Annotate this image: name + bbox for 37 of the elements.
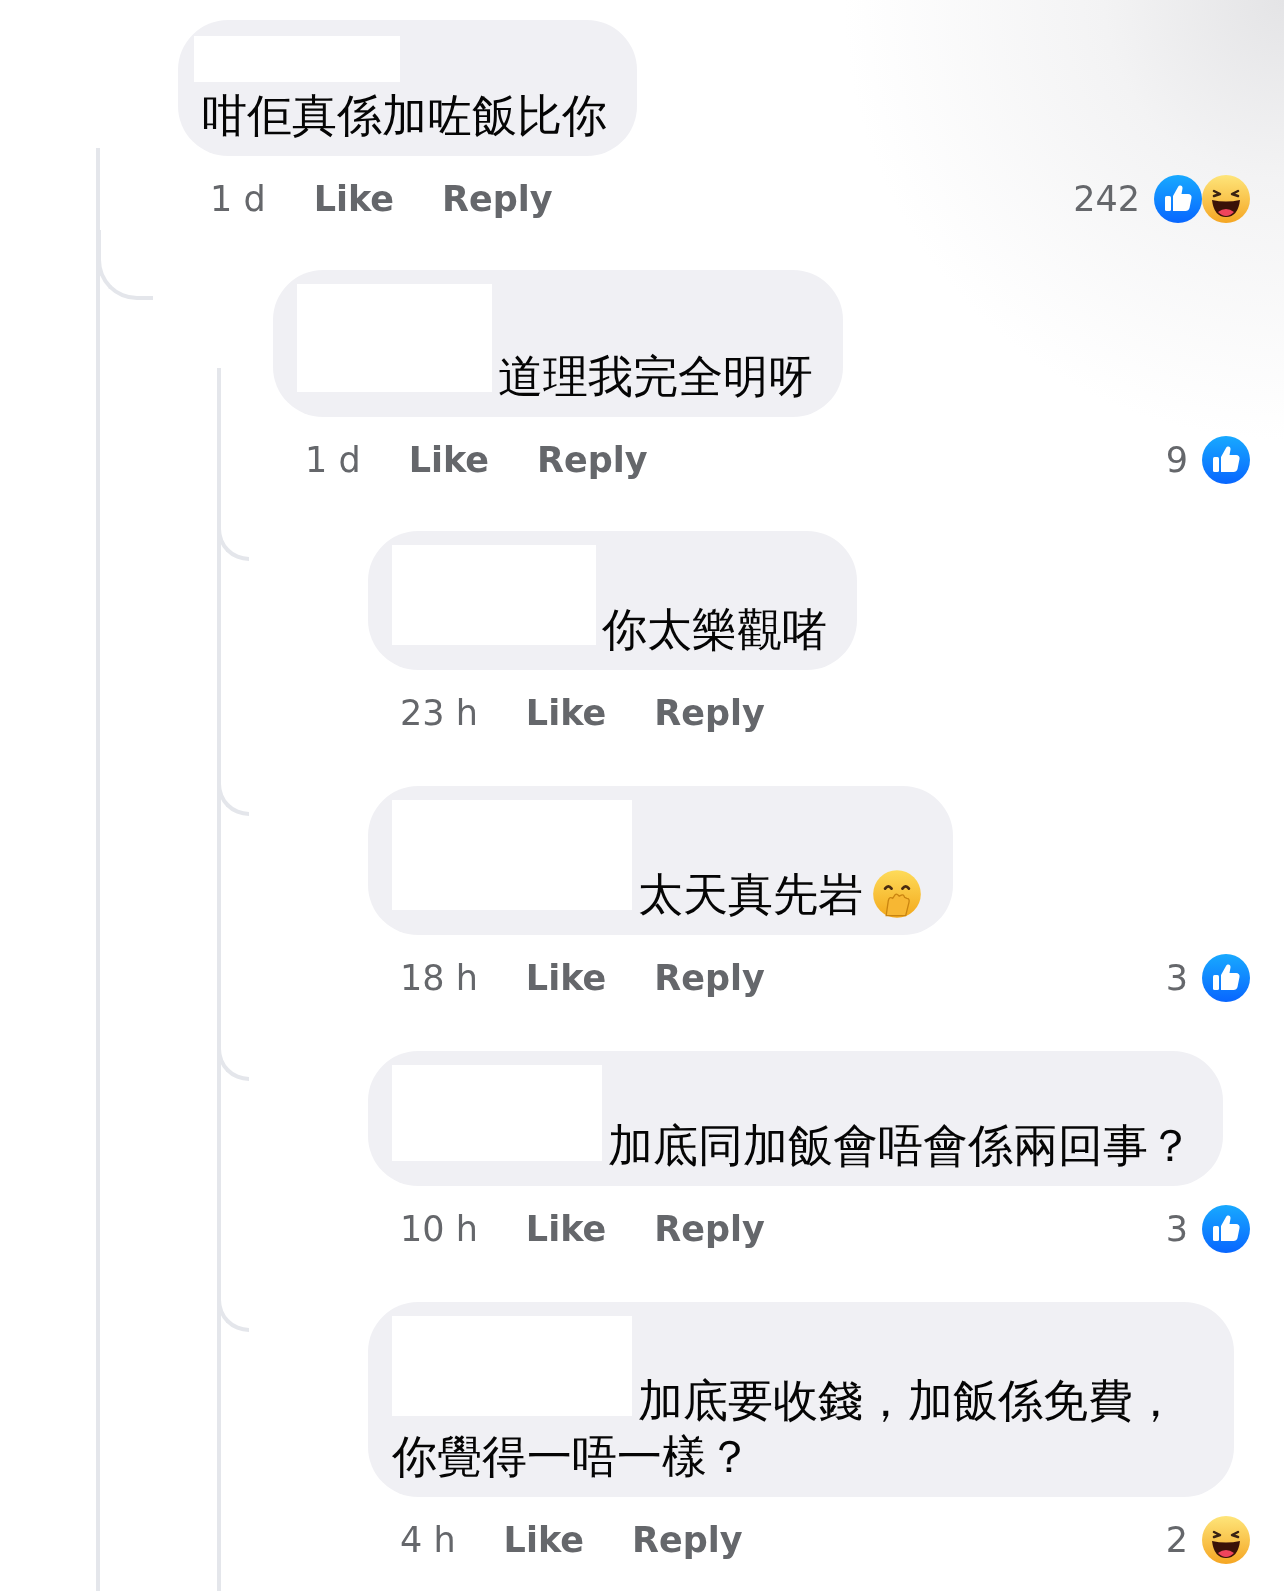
timestamp: 4 h bbox=[400, 1520, 456, 1560]
reaction-count: 9 bbox=[1165, 440, 1188, 480]
thread-connector bbox=[97, 230, 153, 300]
reaction-count: 3 bbox=[1165, 958, 1188, 998]
reaction-count: 242 bbox=[1073, 179, 1140, 219]
comment-text: 太天真先岩 bbox=[638, 868, 863, 921]
thumbs-up-icon bbox=[1202, 954, 1250, 1002]
like-link[interactable]: Like bbox=[503, 1520, 584, 1560]
reply-link[interactable]: Reply bbox=[631, 1520, 743, 1560]
timestamp: 18 h bbox=[400, 958, 478, 998]
thumbs-up-icon bbox=[1202, 436, 1250, 484]
reply-link[interactable]: Reply bbox=[654, 958, 765, 998]
like-link[interactable]: Like bbox=[408, 440, 489, 480]
reply-link[interactable]: Reply bbox=[442, 179, 553, 219]
thumbs-up-icon bbox=[1202, 1205, 1250, 1253]
reaction-count: 3 bbox=[1165, 1209, 1188, 1249]
laughing-face-icon bbox=[1202, 1516, 1250, 1564]
timestamp: 1 d bbox=[305, 440, 361, 480]
like-link[interactable]: Like bbox=[525, 693, 607, 733]
comment-text: 加底要收錢，加飯係免費，你覺得一唔一樣？ bbox=[392, 1374, 1178, 1483]
like-link[interactable]: Like bbox=[525, 958, 607, 998]
comment-text: 加底同加飯會唔會係兩回事？ bbox=[608, 1119, 1193, 1172]
comment-text: 你太樂觀啫 bbox=[602, 603, 827, 656]
like-link[interactable]: Like bbox=[313, 179, 394, 219]
like-link[interactable]: Like bbox=[525, 1209, 607, 1249]
laughing-face-icon bbox=[1202, 175, 1250, 223]
timestamp: 1 d bbox=[210, 179, 266, 219]
reply-link[interactable]: Reply bbox=[654, 1209, 765, 1249]
reaction-count: 2 bbox=[1165, 1520, 1188, 1560]
reply-link[interactable]: Reply bbox=[654, 693, 765, 733]
timestamp: 23 h bbox=[400, 693, 478, 733]
thumbs-up-icon bbox=[1154, 175, 1202, 223]
comment-text: 道理我完全明呀 bbox=[498, 350, 813, 403]
comment-text: 咁佢真係加咗飯比你 bbox=[202, 89, 607, 142]
reply-link[interactable]: Reply bbox=[537, 440, 648, 480]
face-hand-over-mouth-icon bbox=[871, 868, 923, 920]
timestamp: 10 h bbox=[400, 1209, 478, 1249]
